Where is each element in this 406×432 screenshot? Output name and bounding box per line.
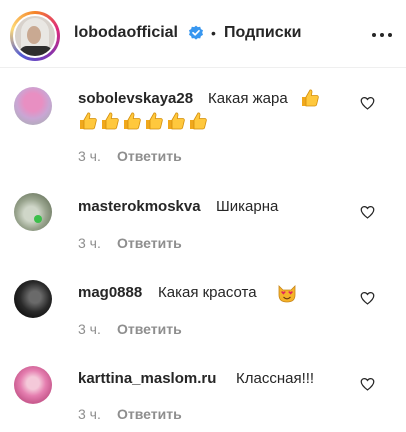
comment-time[interactable]: 3 ч. <box>78 406 101 422</box>
author-avatar-image <box>13 14 57 58</box>
heart-outline-icon[interactable] <box>360 291 375 305</box>
comment-username[interactable]: karttina_maslom.ru <box>78 370 216 387</box>
comment-username[interactable]: mag0888 <box>78 284 142 301</box>
thumbs-up-emoji <box>102 112 119 130</box>
thumbs-up-emoji <box>168 112 185 130</box>
commenter-avatar[interactable] <box>14 280 52 318</box>
reply-button[interactable]: Ответить <box>117 406 182 422</box>
heart-outline-icon[interactable] <box>360 205 375 219</box>
post-header: lobodaofficial • Подписки <box>0 0 406 68</box>
verified-badge-icon <box>189 25 203 40</box>
follow-status-button[interactable]: Подписки <box>224 24 301 42</box>
thumbs-up-emoji <box>190 112 207 130</box>
thumbs-up-emoji <box>80 112 97 130</box>
heart-outline-icon[interactable] <box>360 377 375 391</box>
reply-button[interactable]: Ответить <box>117 148 182 164</box>
heart-outline-icon[interactable] <box>360 96 375 110</box>
commenter-avatar[interactable] <box>14 87 52 125</box>
comment-time[interactable]: 3 ч. <box>78 148 101 164</box>
commenter-avatar[interactable] <box>14 366 52 404</box>
comment-text: Классная!!! <box>236 370 315 387</box>
comment-text: Шикарна <box>216 198 279 215</box>
header-separator: • <box>211 25 216 41</box>
thumbs-up-emoji <box>124 112 141 130</box>
author-avatar[interactable] <box>10 11 60 61</box>
comment-text: Какая красота <box>158 284 257 301</box>
comment-username[interactable]: sobolevskaya28 <box>78 90 193 107</box>
commenter-avatar[interactable] <box>14 193 52 231</box>
thumbs-up-emoji <box>146 112 163 130</box>
author-username[interactable]: lobodaofficial <box>74 24 178 42</box>
thumbs-up-emoji <box>302 89 319 107</box>
reply-button[interactable]: Ответить <box>117 321 182 337</box>
comment-time[interactable]: 3 ч. <box>78 321 101 337</box>
reply-button[interactable]: Ответить <box>117 235 182 251</box>
comment-time[interactable]: 3 ч. <box>78 235 101 251</box>
more-options-icon[interactable] <box>372 33 392 37</box>
heart-eyes-cat-emoji <box>278 285 296 303</box>
comment-username[interactable]: masterokmoskva <box>78 198 201 215</box>
comment-text: Какая жара <box>208 90 288 107</box>
